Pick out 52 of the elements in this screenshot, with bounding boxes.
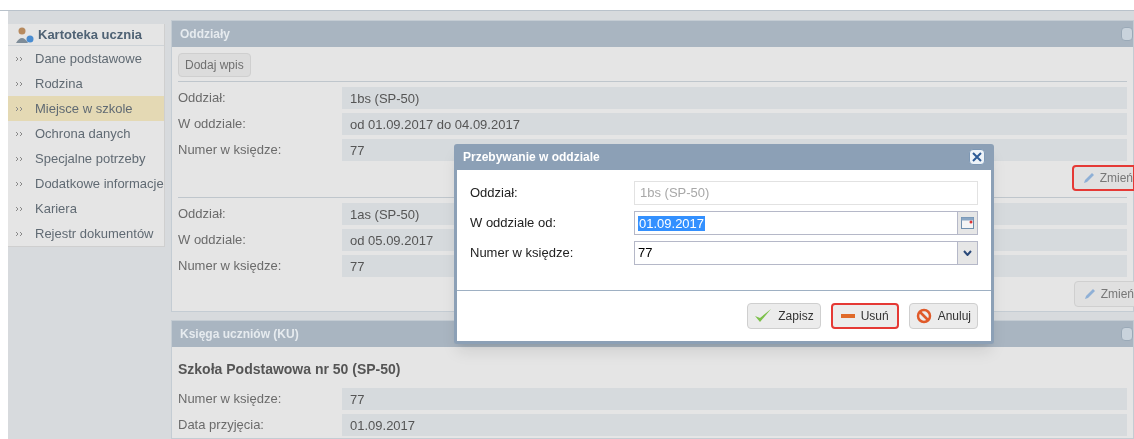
close-icon [972, 152, 982, 162]
edit-button[interactable]: Zmień [1071, 165, 1134, 191]
dialog-button[interactable]: Anuluj [908, 303, 978, 329]
class-field: 1bs (SP-50) [634, 181, 978, 205]
calendar-icon[interactable] [961, 217, 974, 229]
field-label: Numer w księdze: [178, 257, 283, 276]
sidebar-item[interactable]: Kariera [8, 196, 164, 221]
minus-icon [840, 314, 855, 318]
chevron-right-icon [15, 105, 24, 112]
add-entry-button[interactable]: Dodaj wpis [178, 53, 251, 77]
checkmark-icon [754, 308, 773, 324]
chevron-right-icon [15, 230, 24, 237]
field-label: Oddział: [178, 89, 227, 108]
field-label: Numer w księdze: [178, 141, 283, 160]
chevron-right-icon [15, 130, 24, 137]
sidebar-item[interactable]: Dane podstawowe [8, 46, 164, 71]
sidebar-item[interactable]: Rejestr dokumentów [8, 221, 164, 246]
sidebar-title: Kartoteka ucznia [38, 25, 143, 44]
sidebar-item[interactable]: Rodzina [8, 71, 164, 96]
chevron-down-icon[interactable] [963, 250, 972, 256]
field-label: Oddział: [178, 205, 227, 224]
field-label: W oddziale: [178, 231, 247, 250]
date-field[interactable]: 01.09.2017 [634, 211, 978, 235]
chevron-right-icon [15, 55, 24, 62]
field-value: 77 [342, 388, 1127, 410]
person-info-icon [16, 26, 34, 43]
field-label: Data przyjęcia: [178, 416, 265, 435]
panel-title: Księga uczniów (KU) [180, 326, 299, 343]
close-button[interactable] [969, 149, 985, 165]
chevron-right-icon [15, 155, 24, 162]
field-value: 01.09.2017 [342, 414, 1127, 436]
chevron-right-icon [15, 180, 24, 187]
pencil-icon [1082, 287, 1097, 301]
sidebar-item[interactable]: Miejsce w szkole [8, 96, 164, 121]
pencil-icon [1081, 171, 1096, 185]
field-value: 1bs (SP-50) [342, 87, 1127, 109]
number-select[interactable]: 77 [634, 241, 978, 265]
sidebar-item[interactable]: Specjalne potrzeby [8, 146, 164, 171]
panel-title: Oddziały [180, 26, 230, 43]
edit-button[interactable]: Zmień [1073, 281, 1134, 307]
prohibited-icon [915, 308, 932, 324]
sidebar-item[interactable]: Dodatkowe informacje [8, 171, 164, 196]
dialog-button[interactable]: Zapisz [747, 303, 821, 329]
chevron-right-icon [15, 205, 24, 212]
chevron-right-icon [15, 80, 24, 87]
field-label: Numer w księdze: [178, 390, 283, 409]
field-label: W oddziale: [178, 115, 247, 134]
dialog-button[interactable]: Usuń [830, 303, 899, 329]
field-value: od 01.09.2017 do 04.09.2017 [342, 113, 1127, 135]
school-name: Szkoła Podstawowa nr 50 (SP-50) [178, 360, 402, 379]
sidebar-item[interactable]: Ochrona danych [8, 121, 164, 146]
dialog-field-label: Oddział: [470, 184, 519, 203]
